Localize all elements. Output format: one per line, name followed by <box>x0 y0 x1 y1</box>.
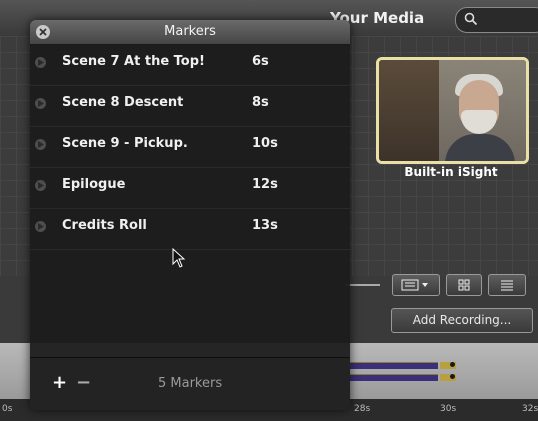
go-to-marker-icon[interactable] <box>35 139 46 150</box>
marker-row[interactable]: Credits Roll 13s <box>30 209 350 250</box>
go-to-marker-icon[interactable] <box>35 221 46 232</box>
add-recording-button[interactable]: Add Recording... <box>391 308 533 333</box>
marker-row[interactable]: Scene 9 - Pickup. 10s <box>30 127 350 168</box>
marker-row[interactable]: Scene 7 At the Top! 6s <box>30 45 350 86</box>
grid-view-button[interactable] <box>446 274 482 296</box>
ruler-tick: 0s <box>2 404 13 414</box>
audio-track-1[interactable] <box>348 362 456 369</box>
add-marker-button[interactable]: + <box>52 372 67 393</box>
marker-time: 8s <box>252 95 269 110</box>
media-thumbnail-label: Built-in iSight <box>404 165 498 179</box>
marker-name: Credits Roll <box>62 218 147 233</box>
marker-name: Scene 9 - Pickup. <box>62 136 188 151</box>
go-to-marker-icon[interactable] <box>35 57 46 68</box>
marker-count: 5 Markers <box>158 376 223 391</box>
go-to-marker-icon[interactable] <box>35 98 46 109</box>
markers-panel: Markers Scene 7 At the Top! 6s Scene 8 D… <box>30 20 350 410</box>
view-menu-icon <box>401 279 428 291</box>
bookshelf-image <box>379 60 439 161</box>
mouse-pointer-icon <box>172 248 186 268</box>
marker-time: 13s <box>252 218 278 233</box>
marker-name: Scene 7 At the Top! <box>62 54 205 69</box>
markers-panel-footer: + − 5 Markers <box>30 357 350 410</box>
marker-row[interactable]: Epilogue 12s <box>30 168 350 209</box>
list-view-button[interactable] <box>488 274 526 296</box>
remove-marker-button[interactable]: − <box>76 372 91 393</box>
ruler-tick: 30s <box>440 404 457 414</box>
thumbnail-size-slider[interactable] <box>345 284 380 286</box>
marker-name: Scene 8 Descent <box>62 95 184 110</box>
list-view-icon <box>501 280 513 291</box>
grid-view-icon <box>458 279 470 291</box>
markers-panel-title: Markers <box>164 24 216 39</box>
track-dot <box>450 362 455 367</box>
ruler-tick: 32s <box>522 404 538 414</box>
view-menu-button[interactable] <box>392 274 440 296</box>
marker-row[interactable]: Scene 8 Descent 8s <box>30 86 350 127</box>
marker-time: 12s <box>252 177 278 192</box>
media-thumbnail-isight[interactable] <box>376 57 529 164</box>
marker-name: Epilogue <box>62 177 126 192</box>
go-to-marker-icon[interactable] <box>35 180 46 191</box>
markers-panel-header: Markers <box>30 20 350 45</box>
search-field[interactable] <box>455 7 538 33</box>
search-icon <box>464 12 478 26</box>
marker-time: 10s <box>252 136 278 151</box>
ruler-tick: 28s <box>354 404 371 414</box>
marker-time: 6s <box>252 54 269 69</box>
track-dot <box>450 374 455 379</box>
audio-track-2[interactable] <box>348 374 456 381</box>
